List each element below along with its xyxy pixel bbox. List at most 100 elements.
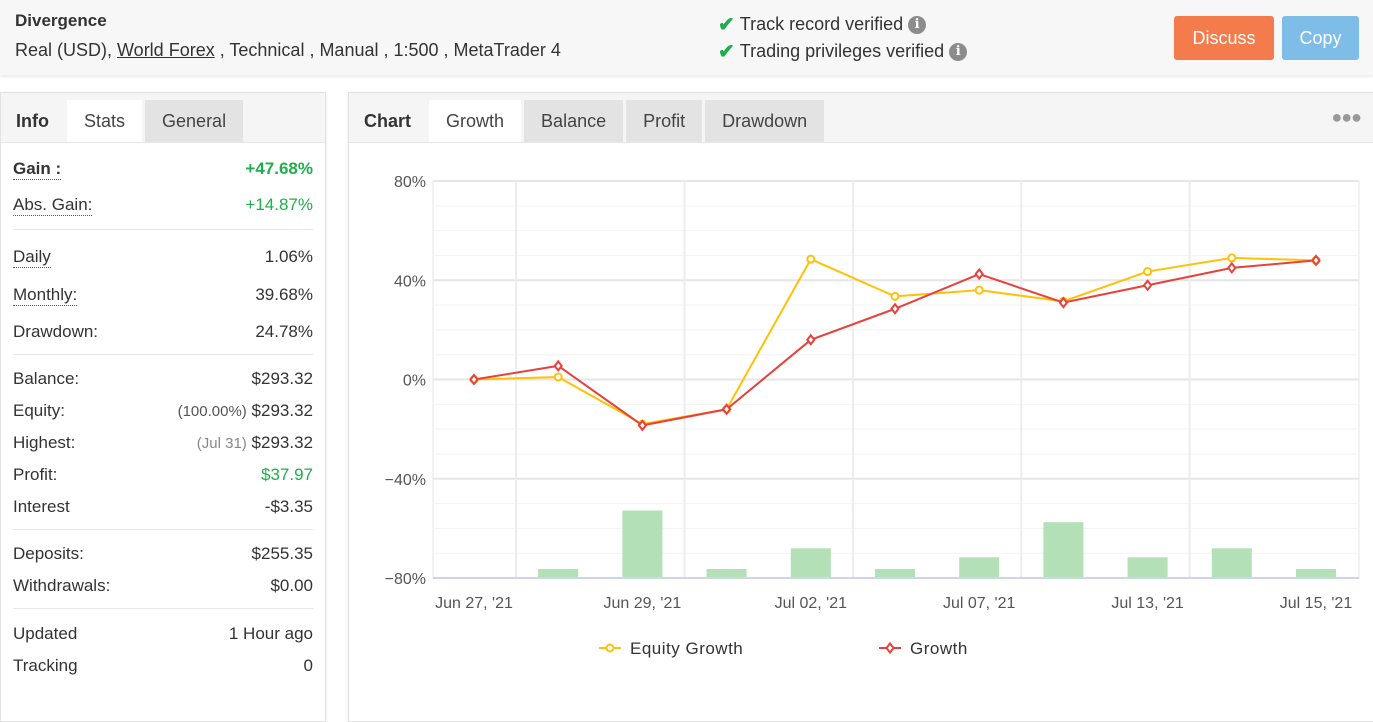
- trading-privileges-verified: ✔ Trading privileges verified i: [718, 39, 968, 64]
- tab-stats[interactable]: Stats: [67, 100, 143, 142]
- system-subtitle: Real (USD), World Forex , Technical , Ma…: [15, 40, 561, 61]
- stat-value: +47.68%: [245, 159, 313, 178]
- copy-button[interactable]: Copy: [1282, 16, 1359, 60]
- system-title: Divergence: [15, 11, 107, 30]
- data-point: [1143, 267, 1153, 277]
- growth-chart: 80% 40% 0% −40% −80% Jun 27, '21 Jun 29, '21 Ju…: [385, 174, 1360, 658]
- data-point: [890, 291, 900, 301]
- check-icon: ✔: [718, 41, 735, 63]
- stat-drawdown: Drawdown: 24.78%: [13, 314, 313, 350]
- stat-updated: Updated 1 Hour ago: [13, 618, 313, 650]
- stat-value: +14.87%: [245, 195, 313, 214]
- stat-value: 1.06%: [264, 247, 313, 266]
- stat-value: $37.97: [261, 465, 313, 484]
- system-details: , Technical , Manual , 1:500 , MetaTrade…: [214, 40, 561, 60]
- stat-label: Drawdown:: [13, 322, 99, 341]
- legend-label: Growth: [910, 639, 968, 658]
- stat-value: -$3.35: [264, 497, 313, 516]
- data-point: [974, 285, 984, 295]
- y-tick-label: 80%: [394, 174, 426, 191]
- stat-highest: Highest: (Jul 31) $293.32: [13, 427, 313, 459]
- x-tick-label: Jul 07, '21: [943, 595, 1016, 612]
- stat-label[interactable]: Gain :: [13, 159, 62, 180]
- more-options-icon[interactable]: ●●●: [1331, 107, 1362, 128]
- stat-value: $0.00: [270, 576, 313, 595]
- y-tick-label: 0%: [403, 373, 426, 390]
- system-header: Divergence Real (USD), World Forex , Tec…: [0, 0, 1373, 75]
- stat-label: Highest:: [13, 433, 76, 452]
- x-tick-label: Jul 13, '21: [1111, 595, 1184, 612]
- legend-marker: [605, 643, 615, 653]
- bar: [622, 510, 663, 578]
- stat-label: Profit:: [13, 465, 58, 484]
- stat-gain: Gain : +47.68%: [13, 151, 313, 187]
- y-tick-label: 40%: [394, 273, 426, 290]
- y-tick-label: −80%: [385, 571, 426, 588]
- tab-growth[interactable]: Growth: [429, 100, 522, 142]
- tab-chart[interactable]: Chart: [349, 100, 426, 142]
- stat-profit: Profit: $37.97: [13, 459, 313, 491]
- x-tick-label: Jul 15, '21: [1280, 595, 1353, 612]
- bar: [1043, 522, 1084, 578]
- stat-label: Withdrawals:: [13, 576, 111, 595]
- data-point: [806, 254, 816, 264]
- x-tick-label: Jun 27, '21: [435, 595, 513, 612]
- bar: [706, 569, 747, 578]
- stat-label: Updated: [13, 624, 78, 643]
- chart-panel: Chart Growth Balance Profit Drawdown ●●●…: [348, 92, 1373, 722]
- stat-interest: Interest -$3.35: [13, 491, 313, 523]
- bar: [790, 548, 831, 578]
- bar: [959, 557, 1000, 578]
- stats-tabs: Info Stats General: [1, 93, 325, 143]
- tab-drawdown[interactable]: Drawdown: [705, 100, 825, 142]
- bar: [538, 569, 579, 578]
- verification-label: Trading privileges verified: [739, 41, 945, 61]
- verification-label: Track record verified: [739, 14, 904, 34]
- chart-tabs: Chart Growth Balance Profit Drawdown: [349, 93, 1373, 143]
- bar: [1211, 548, 1252, 578]
- stat-balance: Balance: $293.32: [13, 363, 313, 395]
- account-type: Real (USD),: [15, 40, 118, 60]
- x-tick-label: Jun 29, '21: [604, 595, 682, 612]
- stat-daily: Daily 1.06%: [13, 238, 313, 276]
- stat-label[interactable]: Monthly:: [13, 285, 78, 306]
- track-record-verified: ✔ Track record verified i: [718, 12, 927, 37]
- stat-note: (Jul 31): [196, 435, 247, 452]
- x-tick-label: Jul 02, '21: [775, 595, 848, 612]
- stat-label[interactable]: Abs. Gain:: [13, 195, 93, 216]
- stat-label: Interest: [13, 497, 70, 516]
- broker-link[interactable]: World Forex: [117, 40, 215, 60]
- stat-monthly: Monthly: 39.68%: [13, 276, 313, 314]
- stat-label: Tracking: [13, 656, 78, 675]
- info-icon[interactable]: i: [949, 42, 968, 61]
- stat-value: $255.35: [251, 544, 313, 563]
- y-tick-label: −40%: [385, 472, 426, 489]
- data-point: [553, 372, 563, 382]
- tab-balance[interactable]: Balance: [524, 100, 624, 142]
- stat-label: Equity:: [13, 401, 65, 420]
- bar: [1296, 569, 1336, 578]
- stat-label[interactable]: Daily: [13, 247, 51, 268]
- tab-general[interactable]: General: [145, 100, 244, 142]
- stat-label: Balance:: [13, 369, 80, 388]
- stat-abs-gain: Abs. Gain: +14.87%: [13, 187, 313, 223]
- stat-value: 0: [303, 656, 313, 675]
- stat-equity: Equity: (100.00%) $293.32: [13, 395, 313, 427]
- tab-profit[interactable]: Profit: [626, 100, 703, 142]
- stat-value: 24.78%: [255, 322, 313, 341]
- check-icon: ✔: [718, 14, 735, 36]
- stat-value: 39.68%: [255, 285, 313, 304]
- stat-value: 1 Hour ago: [228, 624, 313, 643]
- stats-panel: Info Stats General Gain : +47.68% Abs. Ga…: [0, 92, 326, 722]
- legend-marker: [885, 641, 895, 655]
- bar: [875, 569, 915, 578]
- stat-value: $293.32: [251, 401, 313, 420]
- data-point: [1227, 253, 1237, 263]
- tab-info[interactable]: Info: [1, 100, 64, 142]
- discuss-button[interactable]: Discuss: [1174, 16, 1274, 60]
- stat-value: $293.32: [251, 433, 313, 452]
- stat-withdrawals: Withdrawals: $0.00: [13, 570, 313, 602]
- stat-value: $293.32: [251, 369, 313, 388]
- info-icon[interactable]: i: [908, 15, 927, 34]
- stat-tracking: Tracking 0: [13, 650, 313, 682]
